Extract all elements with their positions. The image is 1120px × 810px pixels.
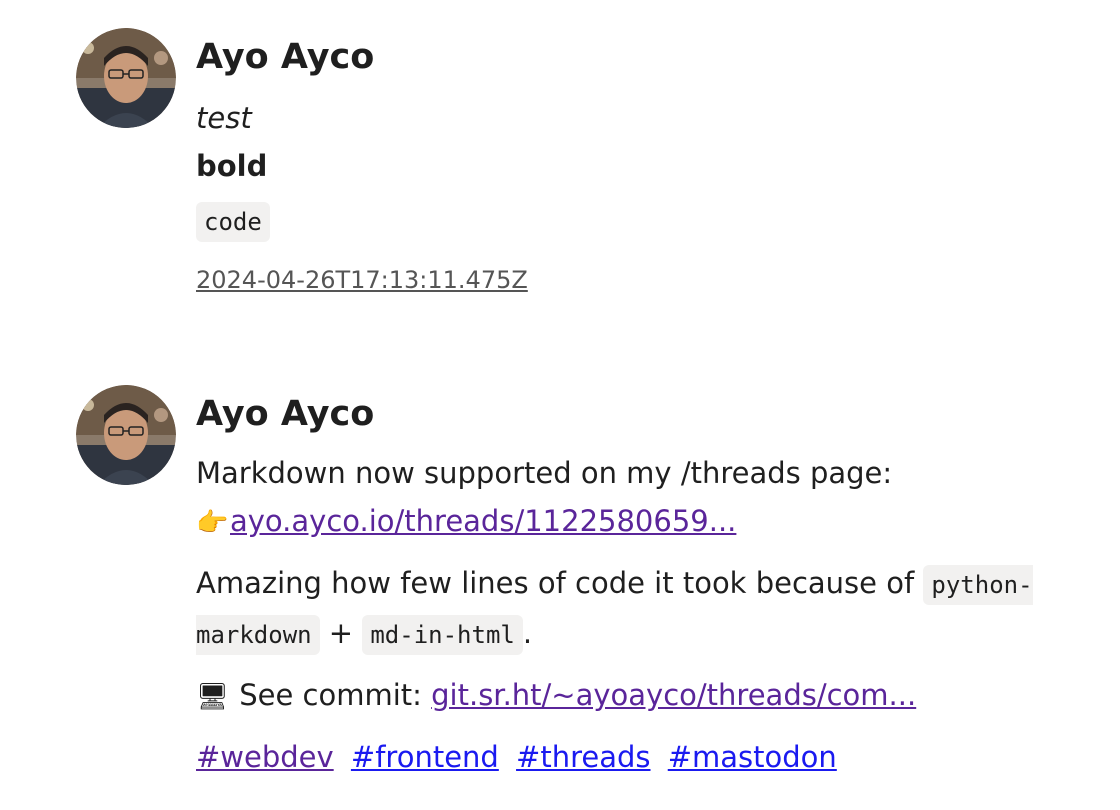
computer-emoji-icon: 🖥 [196, 682, 230, 712]
avatar[interactable] [76, 28, 176, 128]
hashtag-mastodon[interactable]: #mastodon [668, 740, 837, 774]
italic-text: test [196, 101, 252, 135]
inline-code-md-in-html: md-in-html [362, 615, 523, 655]
post-body: Markdown now supported on my /threads pa… [196, 449, 1036, 781]
amazing-paragraph: Amazing how few lines of code it took be… [196, 559, 1036, 659]
thread-link[interactable]: ayo.ayco.io/threads/1122580659... [230, 504, 736, 538]
see-commit-text: See commit: [230, 678, 432, 712]
post-timestamp-link[interactable]: 2024-04-26T17:13:11.475Z [196, 266, 528, 294]
author-name: Ayo Ayco [196, 37, 375, 77]
commit-line: 🖥 See commit: git.sr.ht/~ayoayco/threads… [196, 671, 1036, 721]
bold-text: bold [196, 149, 268, 183]
period-text: . [522, 616, 533, 650]
avatar[interactable] [76, 385, 176, 485]
code-line: code [196, 196, 1036, 246]
thread-link-line: 👉ayo.ayco.io/threads/1122580659... [196, 497, 1036, 547]
amazing-text: Amazing how few lines of code it took be… [196, 566, 924, 600]
hashtags: #webdev #frontend #threads #mastodon [196, 733, 1036, 781]
hashtag-frontend[interactable]: #frontend [351, 740, 499, 774]
commit-link[interactable]: git.sr.ht/~ayoayco/threads/com... [431, 678, 916, 712]
hashtag-threads[interactable]: #threads [516, 740, 650, 774]
hashtag-webdev[interactable]: #webdev [196, 740, 334, 774]
inline-code: code [196, 202, 270, 242]
plus-text: + [319, 616, 363, 650]
author-name: Ayo Ayco [196, 394, 375, 434]
intro-text: Markdown now supported on my /threads pa… [196, 456, 893, 490]
post-content: Ayo Ayco test bold code 2024-04-26T17:13… [196, 28, 1036, 294]
pointing-hand-icon: 👉 [196, 508, 229, 538]
post-content: Ayo Ayco Markdown now supported on my /t… [196, 385, 1036, 781]
post-body: test bold code [196, 94, 1036, 246]
